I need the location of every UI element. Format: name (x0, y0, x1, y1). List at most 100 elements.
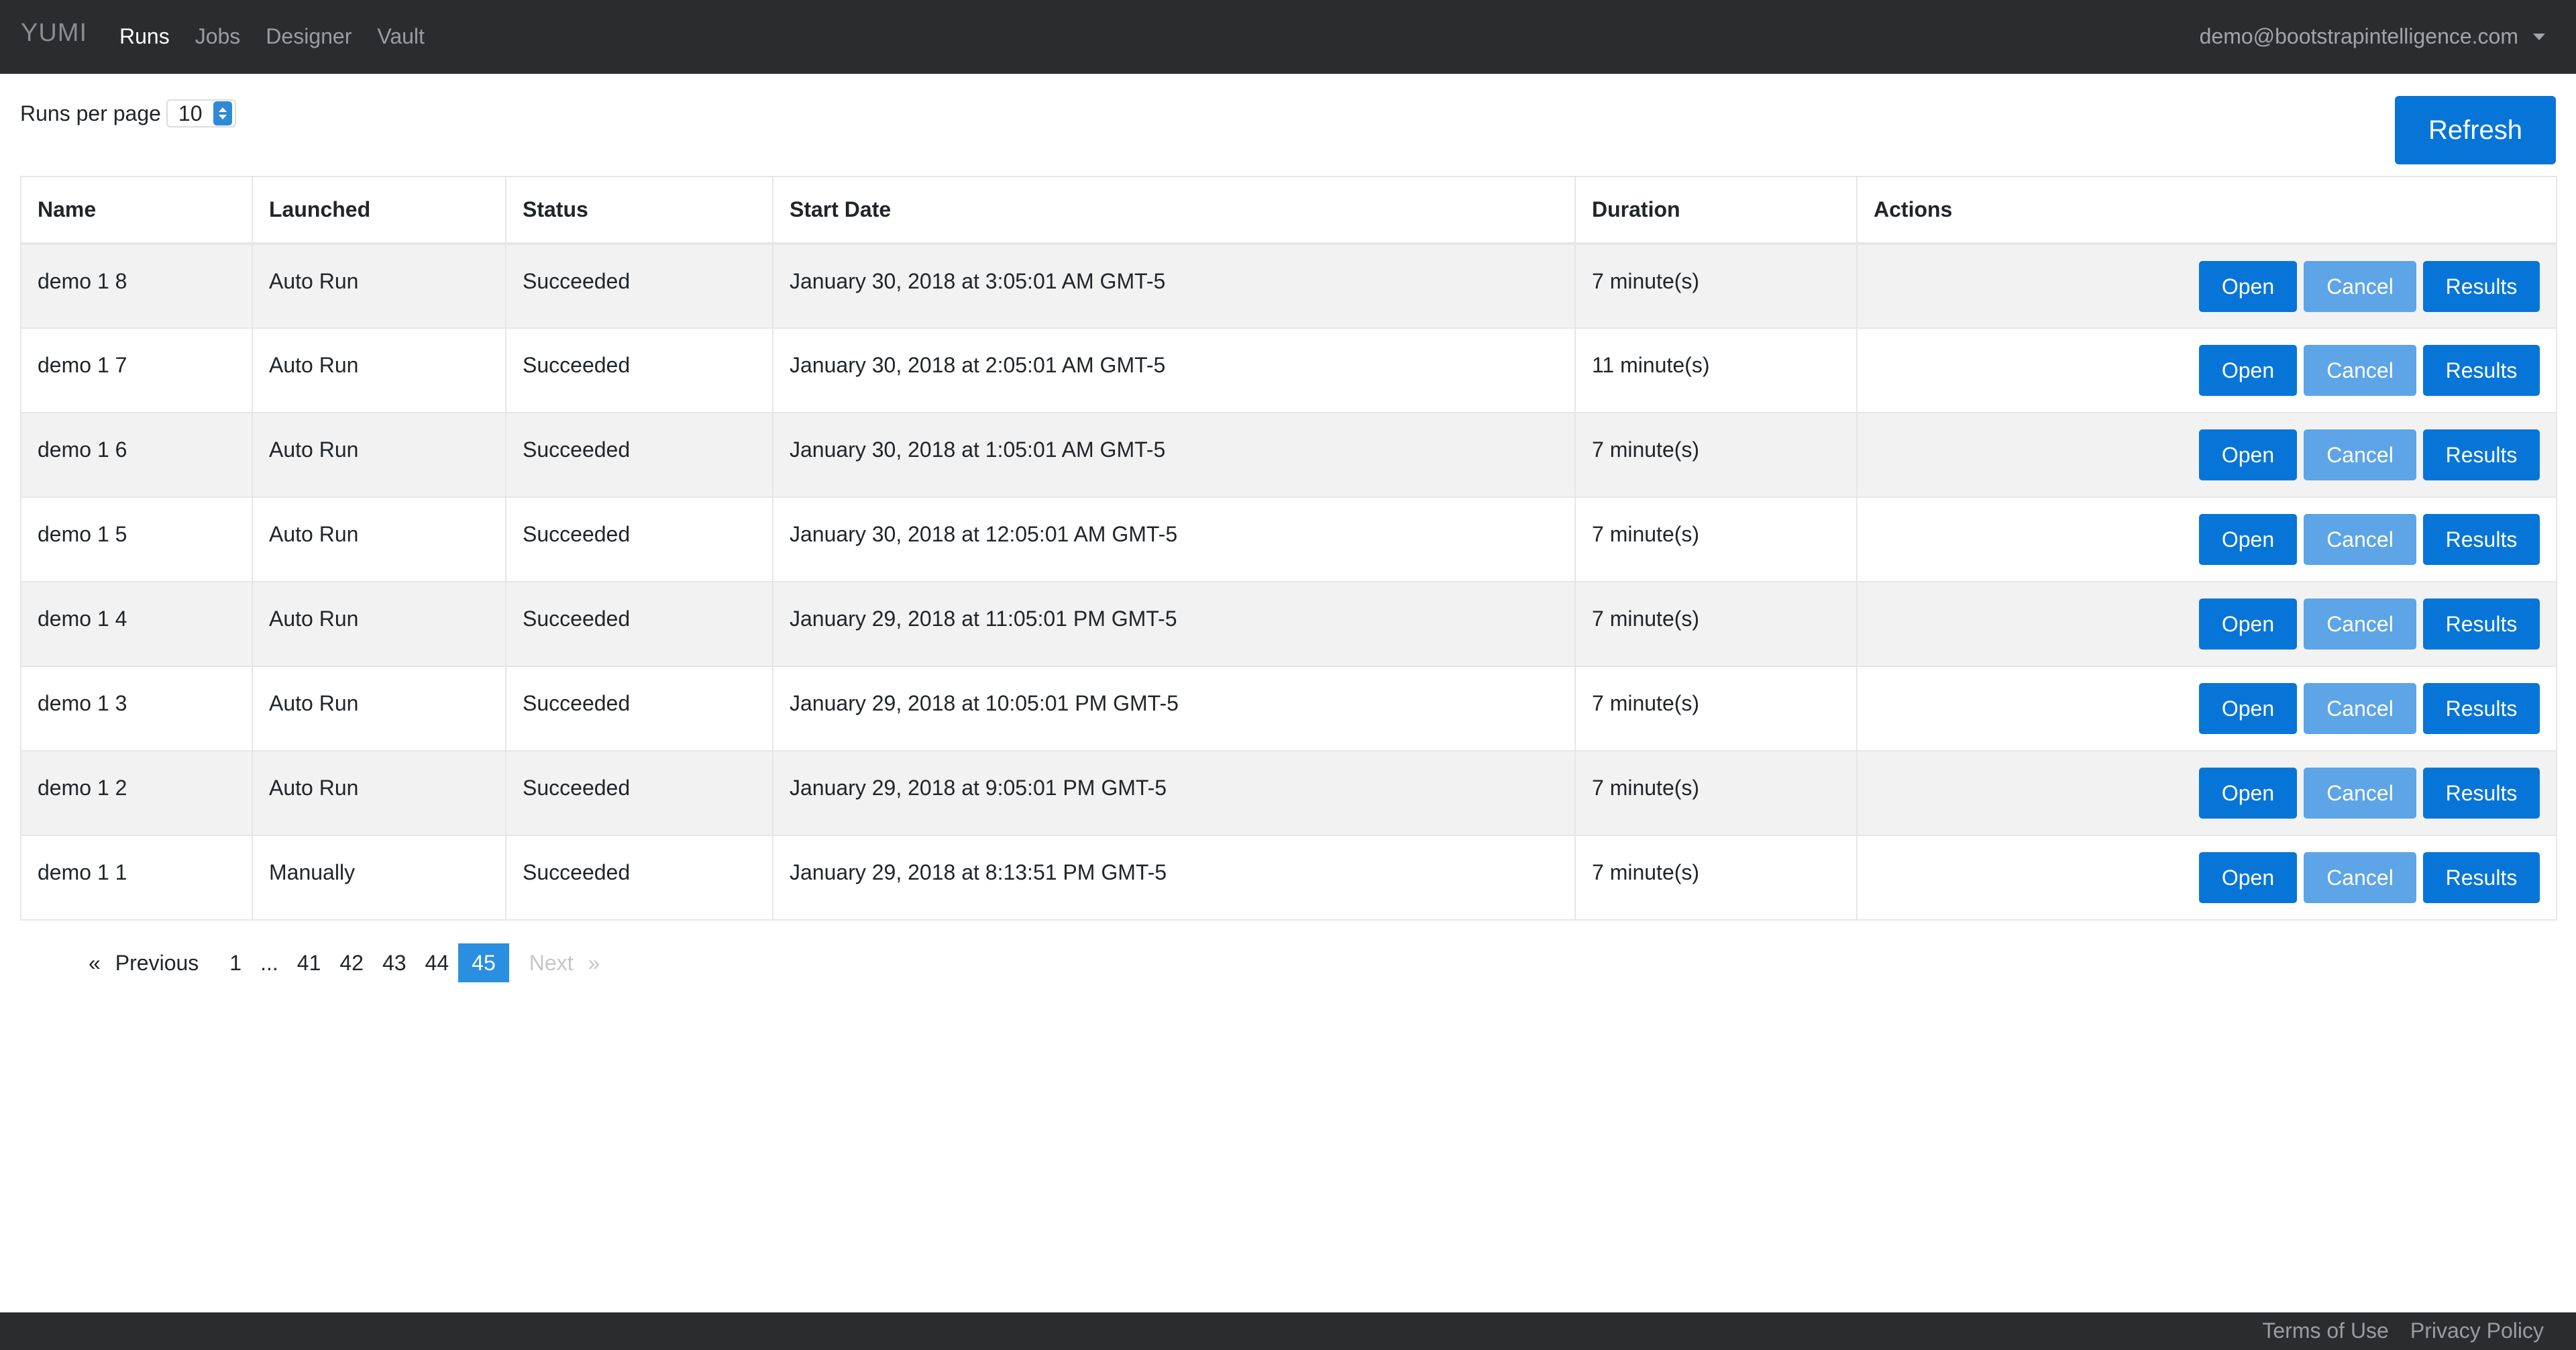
open-button[interactable]: Open (2199, 514, 2297, 565)
cell-start-date: January 30, 2018 at 12:05:01 AM GMT-5 (772, 497, 1576, 582)
cell-start-date: January 30, 2018 at 2:05:01 AM GMT-5 (772, 327, 1576, 413)
table-row: demo 1 6 Auto Run Succeeded January 30, … (20, 412, 2557, 498)
cell-duration: 7 minute(s) (1574, 750, 1858, 836)
user-menu[interactable]: demo@bootstrapintelligence.com (2200, 24, 2545, 49)
cell-start-date: January 29, 2018 at 11:05:01 PM GMT-5 (772, 581, 1576, 667)
cell-actions: Open Cancel Results (1856, 243, 2557, 329)
cell-status: Succeeded (505, 497, 773, 582)
results-button[interactable]: Results (2423, 599, 2540, 650)
cell-status: Succeeded (505, 412, 773, 498)
cancel-button[interactable]: Cancel (2304, 429, 2416, 480)
open-button[interactable]: Open (2199, 683, 2297, 734)
cell-name: demo 1 2 (20, 750, 253, 836)
cell-duration: 7 minute(s) (1574, 835, 1858, 921)
cell-name: demo 1 4 (20, 581, 253, 667)
results-button[interactable]: Results (2423, 261, 2540, 312)
results-button[interactable]: Results (2423, 429, 2540, 480)
cell-name: demo 1 8 (20, 243, 253, 329)
brand-logo[interactable]: YUMI (21, 19, 87, 48)
column-header-launched: Launched (252, 176, 506, 245)
cancel-button[interactable]: Cancel (2304, 852, 2416, 903)
open-button[interactable]: Open (2199, 852, 2297, 903)
page-link-43[interactable]: 43 (373, 943, 416, 982)
cell-status: Succeeded (505, 243, 773, 329)
cell-duration: 11 minute(s) (1574, 327, 1858, 413)
open-button[interactable]: Open (2199, 599, 2297, 650)
main-nav: Runs Jobs Designer Vault (119, 24, 450, 49)
user-email[interactable]: demo@bootstrapintelligence.com (2200, 24, 2518, 49)
page-link-41[interactable]: 41 (288, 943, 331, 982)
cancel-button[interactable]: Cancel (2304, 599, 2416, 650)
privacy-policy-link[interactable]: Privacy Policy (2410, 1318, 2544, 1343)
cell-name: demo 1 7 (20, 327, 253, 413)
nav-item-runs[interactable]: Runs (119, 24, 170, 49)
terms-of-use-link[interactable]: Terms of Use (2262, 1318, 2388, 1343)
double-right-arrow-icon: » (588, 951, 600, 975)
cell-name: demo 1 6 (20, 412, 253, 498)
cell-status: Succeeded (505, 581, 773, 667)
cancel-button[interactable]: Cancel (2304, 514, 2416, 565)
runs-per-page-select[interactable]: 10 (166, 99, 236, 127)
table-row: demo 1 8 Auto Run Succeeded January 30, … (20, 243, 2557, 329)
cell-status: Succeeded (505, 327, 773, 413)
cancel-button[interactable]: Cancel (2304, 683, 2416, 734)
double-left-arrow-icon[interactable]: « (89, 943, 101, 982)
cancel-button[interactable]: Cancel (2304, 768, 2416, 819)
cell-actions: Open Cancel Results (1856, 835, 2557, 921)
cell-duration: 7 minute(s) (1574, 666, 1858, 751)
cell-duration: 7 minute(s) (1574, 243, 1858, 329)
results-button[interactable]: Results (2423, 683, 2540, 734)
page-link-44[interactable]: 44 (416, 943, 459, 982)
cell-status: Succeeded (505, 835, 773, 921)
page-link-45-active[interactable]: 45 (458, 943, 509, 982)
cancel-button[interactable]: Cancel (2304, 261, 2416, 312)
open-button[interactable]: Open (2199, 345, 2297, 396)
column-header-start-date: Start Date (772, 176, 1576, 245)
cell-duration: 7 minute(s) (1574, 412, 1858, 498)
refresh-button[interactable]: Refresh (2395, 96, 2556, 164)
select-arrows-icon[interactable] (213, 101, 232, 125)
cell-start-date: January 29, 2018 at 10:05:01 PM GMT-5 (772, 666, 1576, 751)
cell-actions: Open Cancel Results (1856, 412, 2557, 498)
runs-per-page-control: Runs per page 10 (20, 99, 236, 127)
nav-item-designer[interactable]: Designer (266, 24, 352, 49)
nav-item-vault[interactable]: Vault (377, 24, 425, 49)
table-header-row: Name Launched Status Start Date Duration… (20, 176, 2557, 245)
cell-launched: Auto Run (252, 497, 506, 582)
cell-status: Succeeded (505, 666, 773, 751)
cell-launched: Auto Run (252, 750, 506, 836)
runs-per-page-value[interactable]: 10 (178, 101, 203, 126)
cell-start-date: January 30, 2018 at 3:05:01 AM GMT-5 (772, 243, 1576, 329)
column-header-actions: Actions (1856, 176, 2557, 245)
column-header-status: Status (505, 176, 773, 245)
table-row: demo 1 3 Auto Run Succeeded January 29, … (20, 666, 2557, 751)
results-button[interactable]: Results (2423, 345, 2540, 396)
caret-down-icon[interactable] (2533, 33, 2545, 40)
cell-start-date: January 30, 2018 at 1:05:01 AM GMT-5 (772, 412, 1576, 498)
table-row: demo 1 1 Manually Succeeded January 29, … (20, 835, 2557, 921)
nav-item-jobs[interactable]: Jobs (195, 24, 241, 49)
previous-label[interactable]: Previous (115, 943, 199, 982)
open-button[interactable]: Open (2199, 429, 2297, 480)
cell-name: demo 1 5 (20, 497, 253, 582)
cell-actions: Open Cancel Results (1856, 666, 2557, 751)
results-button[interactable]: Results (2423, 768, 2540, 819)
cell-actions: Open Cancel Results (1856, 750, 2557, 836)
open-button[interactable]: Open (2199, 768, 2297, 819)
results-button[interactable]: Results (2423, 514, 2540, 565)
top-navbar: YUMI Runs Jobs Designer Vault demo@boots… (0, 0, 2576, 74)
cell-launched: Manually (252, 835, 506, 921)
results-button[interactable]: Results (2423, 852, 2540, 903)
cell-launched: Auto Run (252, 666, 506, 751)
previous-page-link[interactable]: « Previous (79, 943, 208, 982)
cell-launched: Auto Run (252, 412, 506, 498)
page-ellipsis: ... (260, 951, 278, 975)
cell-duration: 7 minute(s) (1574, 581, 1858, 667)
page-link-42[interactable]: 42 (330, 943, 373, 982)
cell-duration: 7 minute(s) (1574, 497, 1858, 582)
cancel-button[interactable]: Cancel (2304, 345, 2416, 396)
open-button[interactable]: Open (2199, 261, 2297, 312)
page-link-1[interactable]: 1 (220, 943, 251, 982)
runs-table: Name Launched Status Start Date Duration… (20, 176, 2557, 921)
cell-launched: Auto Run (252, 243, 506, 329)
